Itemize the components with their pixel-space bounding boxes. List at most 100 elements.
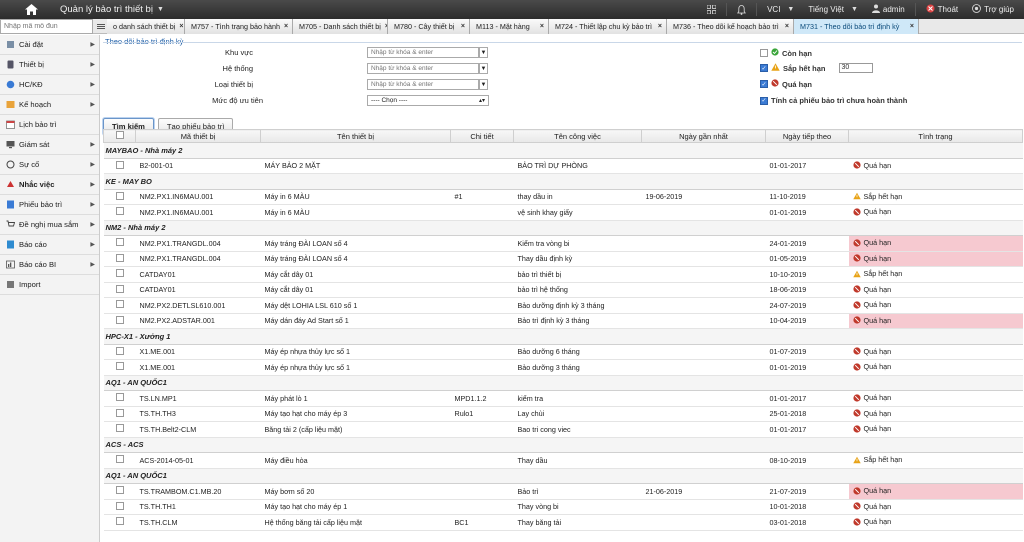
sidebar-item-bi-reports[interactable]: Báo cáo BI ▶ — [0, 255, 99, 275]
sidebar-item-hckd[interactable]: HC/KĐ ▶ — [0, 75, 99, 95]
table-row[interactable]: TS.TH.TH1 Máy tạo hạt cho máy ép 1 Thay vò… — [103, 499, 1023, 515]
row-checkbox[interactable] — [115, 315, 124, 324]
system-dropdown-icon[interactable]: ▼ — [479, 63, 488, 74]
row-checkbox[interactable] — [115, 424, 124, 433]
tab-m731[interactable]: M731 - Theo dõi bảo trì định kỳ × — [794, 19, 919, 34]
close-icon[interactable]: × — [658, 23, 662, 30]
table-group-row[interactable]: HPC-X1 - Xưởng 1 — [103, 328, 1023, 345]
system-input[interactable] — [367, 63, 479, 74]
row-checkbox[interactable] — [115, 207, 124, 216]
device-type-dropdown-icon[interactable]: ▼ — [479, 79, 488, 90]
row-checkbox[interactable] — [115, 393, 124, 402]
tab-m757[interactable]: M757 - Tình trạng bảo hành × — [185, 19, 293, 34]
help-button[interactable]: Trợ giúp — [968, 4, 1018, 15]
priority-select[interactable]: ---- Chọn ---- ▴▾ — [367, 95, 489, 106]
logout-button[interactable]: Thoát — [922, 4, 962, 15]
col-device-code[interactable]: Mã thiết bị — [135, 129, 261, 143]
language-selector[interactable]: Tiếng Việt ▼ — [804, 5, 862, 14]
col-last-date[interactable]: Ngày gần nhất — [641, 129, 766, 143]
company-selector[interactable]: VCI ▼ — [763, 5, 798, 14]
table-group-row[interactable]: KE - MAY BO — [103, 173, 1023, 190]
table-row[interactable]: X1.ME.001 Máy ép nhựa thủy lực số 1 Bảo dư… — [103, 359, 1023, 376]
table-row[interactable]: NM2.PX2.DETLSL610.001 Máy dệt LOHIA LSL 6… — [103, 297, 1023, 314]
table-row[interactable]: NM2.PX1.IN6MAU.001 Máy in 6 MÀU vệ sinh kh… — [103, 204, 1023, 221]
chevron-down-icon[interactable]: ▼ — [157, 6, 164, 13]
tab-m736[interactable]: M736 - Theo dõi kế hoạch bảo trì × — [667, 19, 794, 34]
table-row[interactable]: B2-001-01 MÁY BẢO 2 MẶT BẢO TRÌ DỰ PHÒNG 01… — [103, 158, 1023, 174]
table-row[interactable]: X1.ME.001 Máy ép nhựa thủy lực số 1 Bảo dư… — [103, 344, 1023, 360]
table-row[interactable]: ACS-2014-05-01 Máy điều hòa Thay dầu 08-10-… — [103, 452, 1023, 469]
tab-m113[interactable]: M113 - Mặt hàng × — [470, 19, 549, 34]
table-row[interactable]: CATDAY01 Máy cắt dây 01 bảo trì hệ thống 18… — [103, 282, 1023, 298]
days-input[interactable]: 30 — [838, 63, 873, 73]
sidebar-item-reports[interactable]: Báo cáo ▶ — [0, 235, 99, 255]
row-checkbox[interactable] — [115, 408, 124, 417]
row-checkbox[interactable] — [115, 501, 124, 510]
sidebar-item-work-orders[interactable]: Phiếu bảo trì ▶ — [0, 195, 99, 215]
select-all-checkbox[interactable] — [115, 131, 124, 139]
col-detail[interactable]: Chi tiết — [450, 129, 514, 143]
col-next-date[interactable]: Ngày tiếp theo — [765, 129, 849, 143]
table-row[interactable]: NM2.PX1.TRANGDL.004 Máy tráng ĐÀI LOAN số… — [103, 235, 1023, 252]
close-icon[interactable]: × — [910, 23, 914, 30]
incomplete-checkbox[interactable]: ✓ — [760, 96, 768, 105]
table-row[interactable]: TS.TH.CLM Hệ thống băng tải cấp liệu mặt B… — [103, 514, 1023, 531]
sidebar-item-import[interactable]: Import — [0, 275, 99, 295]
device-type-input[interactable] — [367, 79, 479, 90]
row-checkbox[interactable] — [115, 517, 124, 526]
table-group-row[interactable]: AQ1 - AN QUỐC1 — [103, 468, 1023, 484]
close-icon[interactable]: × — [179, 23, 183, 30]
col-status[interactable]: Tình trạng — [848, 129, 1023, 143]
sidebar-item-plan[interactable]: Kế hoạch ▶ — [0, 95, 99, 115]
sidebar-item-schedule[interactable]: Lịch bảo trì — [0, 115, 99, 135]
sidebar-item-reminders[interactable]: Nhắc việc ▶ — [0, 175, 99, 195]
app-title[interactable]: Quản lý bảo trì thiết bị — [60, 4, 153, 15]
table-row[interactable]: CATDAY01 Máy cắt dây 01 bảo trì thiết bị 10… — [103, 266, 1023, 283]
sidebar-item-settings[interactable]: Cài đặt ▶ — [0, 35, 99, 55]
row-checkbox[interactable] — [115, 300, 124, 309]
bell-icon[interactable] — [733, 4, 750, 15]
incomplete-filter[interactable]: ✓ Tính cả phiếu bảo trì chưa hoàn thành — [760, 96, 907, 105]
user-menu[interactable]: admin — [868, 4, 909, 15]
row-checkbox[interactable] — [115, 191, 124, 200]
sidebar-item-monitoring[interactable]: Giám sát ▶ — [0, 135, 99, 155]
sidebar-item-devices[interactable]: Thiết bị ▶ — [0, 55, 99, 75]
row-checkbox[interactable] — [115, 160, 124, 169]
col-job-name[interactable]: Tên công việc — [513, 129, 642, 143]
row-checkbox[interactable] — [115, 346, 124, 355]
tab-m724[interactable]: M724 - Thiết lập chu kỳ bảo trì × — [549, 19, 667, 34]
sidebar-item-purchase-requests[interactable]: Đề nghị mua sắm ▶ — [0, 215, 99, 235]
table-row[interactable]: TS.LN.MP1 Máy phát lò 1 MPD1.1.2 kiểm tra 01… — [103, 390, 1023, 407]
close-icon[interactable]: × — [461, 23, 465, 30]
table-group-row[interactable]: NM2 - Nhà máy 2 — [103, 220, 1023, 236]
sidebar-item-incident[interactable]: Sự cố ▶ — [0, 155, 99, 175]
table-row[interactable]: TS.TH.TH3 Máy tạo hạt cho máy ép 3 Rulo1 La… — [103, 406, 1023, 422]
still-valid-checkbox[interactable] — [760, 49, 768, 57]
row-checkbox[interactable] — [115, 253, 124, 262]
table-group-row[interactable]: MAYBAO - Nhà máy 2 — [103, 142, 1023, 159]
table-group-row[interactable]: ACS - ACS — [103, 437, 1023, 453]
still-valid-filter[interactable]: Còn hạn — [760, 48, 812, 58]
table-row[interactable]: TS.TRAMBOM.C1.MB.20 Máy bơm số 20 Bảo trì 2… — [103, 483, 1023, 500]
row-checkbox[interactable] — [115, 486, 124, 495]
col-device-name[interactable]: Tên thiết bị — [260, 129, 451, 143]
row-checkbox[interactable] — [115, 284, 124, 293]
home-icon[interactable] — [18, 0, 44, 19]
close-icon[interactable]: × — [785, 23, 789, 30]
row-checkbox[interactable] — [115, 269, 124, 278]
table-group-row[interactable]: AQ1 - AN QUỐC1 — [103, 375, 1023, 391]
grid-icon[interactable] — [703, 5, 720, 14]
row-checkbox[interactable] — [115, 238, 124, 247]
module-search-input[interactable] — [0, 19, 93, 34]
area-dropdown-icon[interactable]: ▼ — [479, 47, 488, 58]
tab-m705[interactable]: M705 - Danh sách thiết bị× — [293, 19, 388, 34]
row-checkbox[interactable] — [115, 362, 124, 371]
table-row[interactable]: NM2.PX1.TRANGDL.004 Máy tráng ĐÀI LOAN số… — [103, 251, 1023, 267]
close-icon[interactable]: × — [540, 23, 544, 30]
expiring-filter[interactable]: ✓ Sắp hết hạn 30 — [760, 63, 873, 73]
overdue-checkbox[interactable]: ✓ — [760, 80, 768, 88]
menu-icon[interactable] — [95, 19, 107, 34]
row-checkbox[interactable] — [115, 455, 124, 464]
table-row[interactable]: NM2.PX2.ADSTAR.001 Máy dán đáy Ad Start s… — [103, 313, 1023, 329]
close-icon[interactable]: × — [284, 23, 288, 30]
